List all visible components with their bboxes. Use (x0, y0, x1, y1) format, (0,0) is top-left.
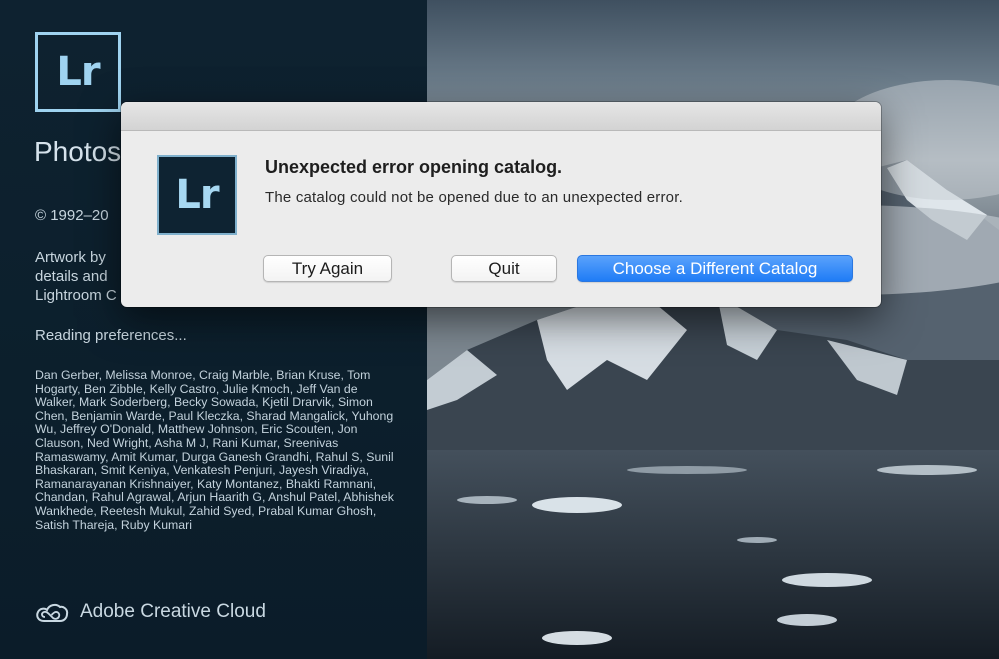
copyright-text: © 1992–20 (35, 207, 109, 224)
app-icon-text: Lr (175, 172, 219, 218)
dialog-title: Unexpected error opening catalog. (265, 157, 563, 177)
creative-cloud-brand: Adobe Creative Cloud (35, 599, 266, 625)
try-again-button[interactable]: Try Again (263, 255, 392, 282)
landscape-image (427, 0, 999, 659)
choose-different-catalog-button[interactable]: Choose a Different Catalog (577, 255, 853, 282)
creative-cloud-label: Adobe Creative Cloud (80, 601, 266, 622)
error-dialog: Lr Unexpected error opening catalog. The… (121, 102, 881, 307)
dialog-message: The catalog could not be opened due to a… (265, 189, 683, 206)
quit-button[interactable]: Quit (451, 255, 557, 282)
lightroom-logo: Lr (35, 32, 121, 112)
artwork-line: Lightroom C (35, 287, 117, 304)
logo-text: Lr (56, 49, 100, 95)
artwork-credit-text: Artwork by details and Lightroom C (35, 248, 135, 305)
creative-cloud-icon (36, 603, 69, 622)
dialog-titlebar[interactable] (121, 102, 881, 131)
splash-artwork-photo (427, 0, 999, 659)
artwork-line: details and (35, 268, 108, 285)
splash-screen: Lr Photosh © 1992–20 Artwork by details … (0, 0, 999, 659)
lightroom-app-icon: Lr (157, 155, 237, 235)
splash-info-panel: Lr Photosh © 1992–20 Artwork by details … (0, 0, 427, 659)
artwork-line: Artwork by (35, 249, 106, 266)
credits-list: Dan Gerber, Melissa Monroe, Craig Marble… (35, 368, 394, 532)
loading-status: Reading preferences... (35, 327, 187, 344)
